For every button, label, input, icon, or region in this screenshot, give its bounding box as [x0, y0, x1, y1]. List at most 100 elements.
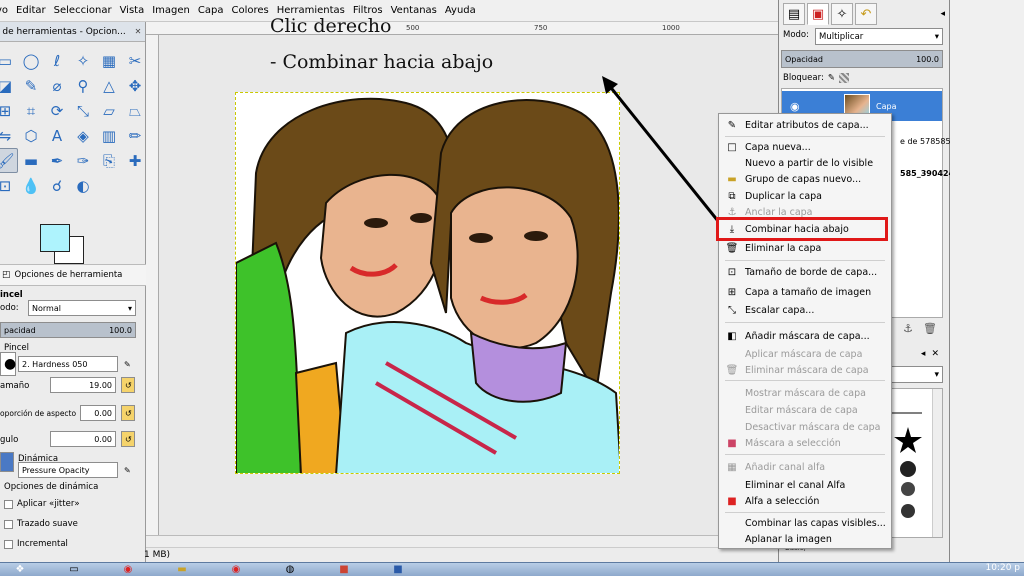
- foreground-select-tool-icon[interactable]: ◪: [0, 73, 18, 98]
- reset-aspect-icon[interactable]: ↺: [121, 405, 135, 421]
- free-select-tool-icon[interactable]: ℓ: [44, 48, 70, 73]
- scale-tool-icon[interactable]: ⤡: [70, 98, 96, 123]
- horizontal-ruler[interactable]: 500 750 1000: [146, 22, 778, 35]
- tab-undo[interactable]: ↶: [855, 3, 877, 25]
- taskbar-chrome[interactable]: ◉: [108, 563, 148, 576]
- menu-view[interactable]: Vista: [116, 5, 149, 16]
- color-picker-tool-icon[interactable]: ⌀: [44, 73, 70, 98]
- reset-size-icon[interactable]: ↺: [121, 377, 135, 393]
- dock-menu-icon[interactable]: ◂: [940, 9, 945, 19]
- taskbar-word[interactable]: ■: [378, 563, 418, 576]
- menu-item-merge-visible[interactable]: Combinar las capas visibles...: [720, 515, 890, 531]
- smooth-checkbox[interactable]: Trazado suave: [4, 519, 150, 529]
- cage-tool-icon[interactable]: ⬡: [18, 123, 44, 148]
- aspect-field[interactable]: 0.00: [80, 405, 116, 421]
- menu-item-duplicate-layer[interactable]: ⧉ Duplicar la capa: [720, 188, 890, 204]
- menu-item-delete-layer[interactable]: 🗑 Eliminar la capa: [720, 240, 890, 256]
- reset-angle-icon[interactable]: ↺: [121, 431, 135, 447]
- perspective-tool-icon[interactable]: ⏢: [122, 98, 148, 123]
- horizontal-scrollbar[interactable]: [146, 535, 778, 547]
- jitter-check-box[interactable]: [4, 499, 13, 509]
- ink-tool-icon[interactable]: ✑: [70, 148, 96, 173]
- layer-mode-select[interactable]: Multiplicar ▾: [815, 28, 943, 45]
- text-tool-icon[interactable]: A: [44, 123, 70, 148]
- airbrush-tool-icon[interactable]: ✒: [44, 148, 70, 173]
- rotate-tool-icon[interactable]: ⟳: [44, 98, 70, 123]
- taskbar-gimp[interactable]: ◍: [270, 563, 310, 576]
- blend-tool-icon[interactable]: ▥: [96, 123, 122, 148]
- edit-dynamics-icon[interactable]: ✎: [121, 462, 135, 478]
- paintbrush-tool-icon[interactable]: 🖌: [0, 148, 18, 173]
- angle-field[interactable]: 0.00: [50, 431, 116, 447]
- menu-item-add-layer-mask[interactable]: ◧ Añadir máscara de capa...: [720, 328, 890, 344]
- menu-item-new-layer[interactable]: □ Capa nueva...: [720, 139, 890, 155]
- incremental-checkbox[interactable]: Incremental: [4, 539, 150, 549]
- zoom-tool-icon[interactable]: ⚲: [70, 73, 96, 98]
- smooth-check-box[interactable]: [4, 519, 13, 529]
- blur-tool-icon[interactable]: 💧: [18, 173, 44, 198]
- taskbar-explorer[interactable]: ▭: [54, 563, 94, 576]
- menu-file[interactable]: vo: [0, 5, 12, 16]
- menu-item-remove-alpha[interactable]: Eliminar el canal Alfa: [720, 477, 890, 493]
- color-select-tool-icon[interactable]: ▦: [96, 48, 122, 73]
- perspective-clone-tool-icon[interactable]: ⊡: [0, 173, 18, 198]
- trash-icon[interactable]: 🗑: [923, 322, 937, 335]
- smudge-tool-icon[interactable]: ☌: [44, 173, 70, 198]
- tab-layers[interactable]: ▤: [783, 3, 805, 25]
- foreground-color-swatch[interactable]: [40, 224, 70, 252]
- vertical-ruler[interactable]: [146, 35, 159, 535]
- image-canvas[interactable]: [235, 92, 620, 474]
- edit-brush-icon[interactable]: ✎: [121, 356, 135, 372]
- menu-select[interactable]: Seleccionar: [50, 5, 116, 16]
- menu-image[interactable]: Imagen: [148, 5, 194, 16]
- menu-item-edit-layer-attributes[interactable]: ✎ Editar atributos de capa...: [720, 117, 890, 133]
- scissors-tool-icon[interactable]: ✂: [122, 48, 148, 73]
- menu-colors[interactable]: Colores: [227, 5, 272, 16]
- crop-tool-icon[interactable]: ⌗: [18, 98, 44, 123]
- menu-help[interactable]: Ayuda: [441, 5, 480, 16]
- clone-tool-icon[interactable]: ⎘: [96, 148, 122, 173]
- menu-item-scale-layer[interactable]: ⤡ Escalar capa...: [720, 302, 890, 318]
- measure-tool-icon[interactable]: △: [96, 73, 122, 98]
- menu-layer[interactable]: Capa: [194, 5, 228, 16]
- opacity-slider[interactable]: pacidad 100.0: [0, 322, 136, 338]
- fuzzy-select-tool-icon[interactable]: ✧: [70, 48, 96, 73]
- ellipse-select-tool-icon[interactable]: ◯: [18, 48, 44, 73]
- flip-tool-icon[interactable]: ⇋: [0, 123, 18, 148]
- menu-item-new-from-visible[interactable]: Nuevo a partir de lo visible: [720, 155, 890, 171]
- brush-select[interactable]: 2. Hardness 050: [18, 356, 118, 372]
- tab-channels[interactable]: ▣: [807, 3, 829, 25]
- shear-tool-icon[interactable]: ▱: [96, 98, 122, 123]
- close-icon[interactable]: ✕: [133, 27, 143, 37]
- heal-tool-icon[interactable]: ✚: [122, 148, 148, 173]
- lock-pixels-icon[interactable]: ✎: [828, 73, 835, 83]
- layer-opacity-slider[interactable]: Opacidad 100.0: [781, 50, 943, 68]
- rect-select-tool-icon[interactable]: ▭: [0, 48, 18, 73]
- size-field[interactable]: 19.00: [50, 377, 116, 393]
- bucket-fill-tool-icon[interactable]: ◈: [70, 123, 96, 148]
- brushes-menu-icon[interactable]: ◂: [921, 349, 926, 359]
- menu-windows[interactable]: Ventanas: [387, 5, 441, 16]
- anchor-icon[interactable]: ⚓: [903, 322, 913, 335]
- tab-paths[interactable]: ✧: [831, 3, 853, 25]
- move-tool-icon[interactable]: ✥: [122, 73, 148, 98]
- mode-select[interactable]: Normal ▾: [28, 300, 136, 316]
- dynamics-options-toggle[interactable]: Opciones de dinámica: [4, 482, 150, 492]
- dynamics-select[interactable]: Pressure Opacity: [18, 462, 118, 478]
- jitter-checkbox[interactable]: Aplicar «jitter»: [4, 499, 150, 509]
- brush-preview[interactable]: ●: [0, 352, 16, 376]
- taskbar-chrome-2[interactable]: ◉: [216, 563, 256, 576]
- taskbar-powerpoint[interactable]: ■: [324, 563, 364, 576]
- pencil-tool-icon[interactable]: ✏: [122, 123, 148, 148]
- incremental-check-box[interactable]: [4, 539, 13, 549]
- paths-tool-icon[interactable]: ✎: [18, 73, 44, 98]
- eye-icon[interactable]: ◉: [790, 100, 800, 113]
- tool-options-tab[interactable]: ◰ Opciones de herramienta: [0, 264, 146, 286]
- menu-item-layer-to-image-size[interactable]: ⊞ Capa a tamaño de imagen: [720, 284, 890, 300]
- start-button[interactable]: ❖: [0, 563, 40, 576]
- lock-alpha-icon[interactable]: [838, 73, 849, 83]
- close-icon[interactable]: ✕: [931, 349, 939, 359]
- menu-edit[interactable]: Editar: [12, 5, 50, 16]
- menu-item-layer-boundary-size[interactable]: ⊡ Tamaño de borde de capa...: [720, 264, 890, 280]
- taskbar-files[interactable]: ▬: [162, 563, 202, 576]
